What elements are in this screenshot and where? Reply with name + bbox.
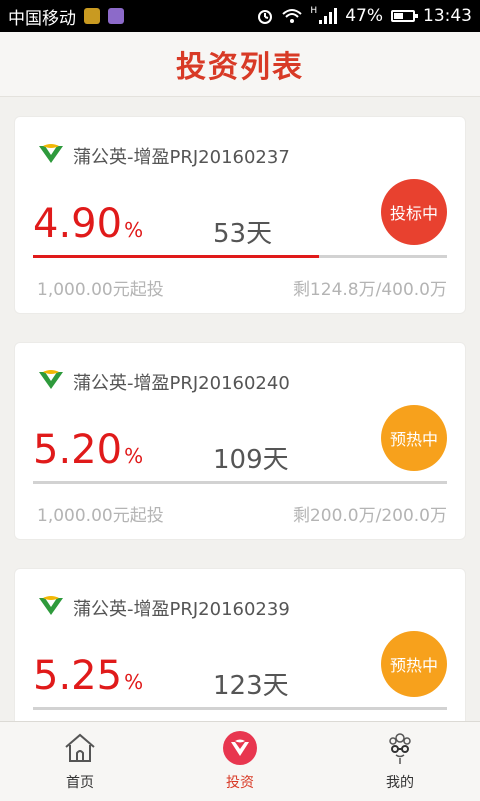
product-name: 蒲公英-增盈PRJ20160239	[73, 599, 290, 620]
tab-mine-label: 我的	[386, 775, 414, 791]
progress-bar	[33, 707, 447, 710]
product-card[interactable]: 蒲公英-增盈PRJ20160239 5.25% 123天 预热中	[14, 568, 466, 721]
annual-rate: 5.25%	[33, 653, 143, 699]
rate-unit: %	[124, 670, 144, 694]
status-left: 中国移动	[8, 4, 124, 29]
carrier-name: 中国移动	[8, 8, 76, 29]
product-list[interactable]: 蒲公英-增盈PRJ20160237 4.90% 53天 投标中 1,000.00…	[0, 97, 480, 721]
remaining-amount: 剩124.8万/400.0万	[292, 280, 447, 300]
gallery-notification-icon	[108, 8, 124, 24]
annual-rate: 4.90%	[33, 201, 143, 247]
signal-icon	[319, 8, 338, 24]
battery-percent: 47%	[345, 6, 383, 26]
rate-value: 4.90	[33, 201, 123, 247]
alarm-icon	[258, 10, 273, 24]
status-badge[interactable]: 预热中	[381, 631, 447, 697]
status-badge[interactable]: 投标中	[381, 179, 447, 245]
rate-value: 5.20	[33, 427, 123, 473]
app-header: 投资列表	[0, 32, 480, 97]
investment-term: 53天	[213, 219, 273, 249]
brand-logo-icon	[39, 144, 63, 163]
product-name: 蒲公英-增盈PRJ20160240	[73, 373, 290, 394]
wifi-icon	[282, 9, 303, 23]
tab-invest-label: 投资	[226, 775, 254, 791]
battery-icon	[391, 10, 418, 22]
profile-icon	[389, 733, 411, 764]
product-card[interactable]: 蒲公英-增盈PRJ20160237 4.90% 53天 投标中 1,000.00…	[14, 116, 466, 314]
clock: 13:43	[423, 6, 472, 26]
rate-unit: %	[124, 444, 144, 468]
home-icon	[65, 733, 95, 762]
tab-home[interactable]: 首页	[0, 722, 160, 801]
brand-logo-icon	[39, 370, 63, 389]
investment-term: 109天	[213, 445, 289, 475]
app-notification-icon	[84, 8, 100, 24]
min-investment: 1,000.00元起投	[37, 280, 164, 300]
progress-bar	[33, 481, 447, 484]
status-bar: 中国移动 H 47% 13:43	[0, 0, 480, 32]
tab-invest[interactable]: 投资	[160, 722, 320, 801]
progress-bar	[33, 255, 447, 258]
remaining-amount: 剩200.0万/200.0万	[292, 506, 447, 526]
product-name: 蒲公英-增盈PRJ20160237	[73, 147, 290, 168]
network-type: H	[310, 6, 318, 16]
tab-home-label: 首页	[66, 775, 94, 791]
progress-fill	[33, 255, 319, 258]
rate-unit: %	[124, 218, 144, 242]
investment-term: 123天	[213, 671, 289, 701]
tab-mine[interactable]: 我的	[320, 722, 480, 801]
bottom-tab-bar: 首页 投资 我的	[0, 721, 480, 801]
status-right: H 47% 13:43	[256, 6, 472, 26]
status-badge[interactable]: 预热中	[381, 405, 447, 471]
annual-rate: 5.20%	[33, 427, 143, 473]
rate-value: 5.25	[33, 653, 123, 699]
page-title: 投资列表	[176, 50, 304, 85]
invest-icon	[223, 731, 257, 765]
brand-logo-icon	[39, 596, 63, 615]
product-card[interactable]: 蒲公英-增盈PRJ20160240 5.20% 109天 预热中 1,000.0…	[14, 342, 466, 540]
min-investment: 1,000.00元起投	[37, 506, 164, 526]
